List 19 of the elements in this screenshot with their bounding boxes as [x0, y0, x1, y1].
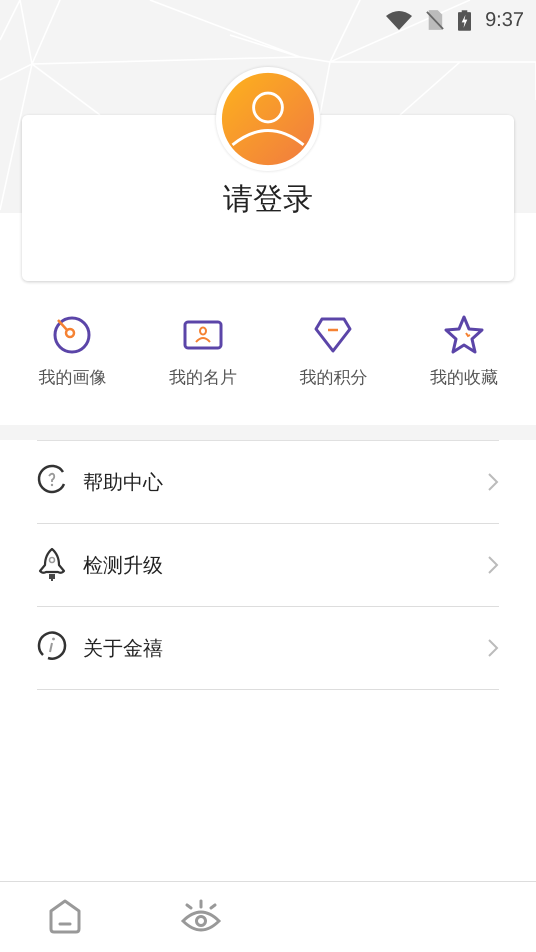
- diamond-icon[interactable]: [313, 315, 354, 355]
- battery-icon: [458, 10, 472, 30]
- no-sim-icon: [426, 10, 444, 30]
- shortcut-label[interactable]: 我的收藏: [430, 366, 498, 389]
- shortcut-label[interactable]: 我的名片: [168, 366, 237, 389]
- star-icon[interactable]: [444, 315, 484, 355]
- shortcut-label[interactable]: 我的画像: [38, 366, 106, 389]
- wifi-icon: [386, 10, 412, 30]
- gauge-icon[interactable]: [52, 315, 92, 355]
- login-prompt[interactable]: 请登录: [223, 179, 313, 220]
- chevron-icon: [487, 472, 499, 492]
- menu-item[interactable]: 检测升级: [37, 524, 499, 607]
- shortcut-label[interactable]: 我的积分: [299, 366, 368, 389]
- status-time: 9:37: [485, 8, 524, 32]
- chevron-icon: [487, 638, 499, 658]
- menu-item[interactable]: 关于金禧: [37, 607, 499, 690]
- chevron-icon: [487, 555, 499, 575]
- menu-item[interactable]: 帮助中心: [37, 441, 499, 524]
- rocket-icon: [37, 547, 67, 583]
